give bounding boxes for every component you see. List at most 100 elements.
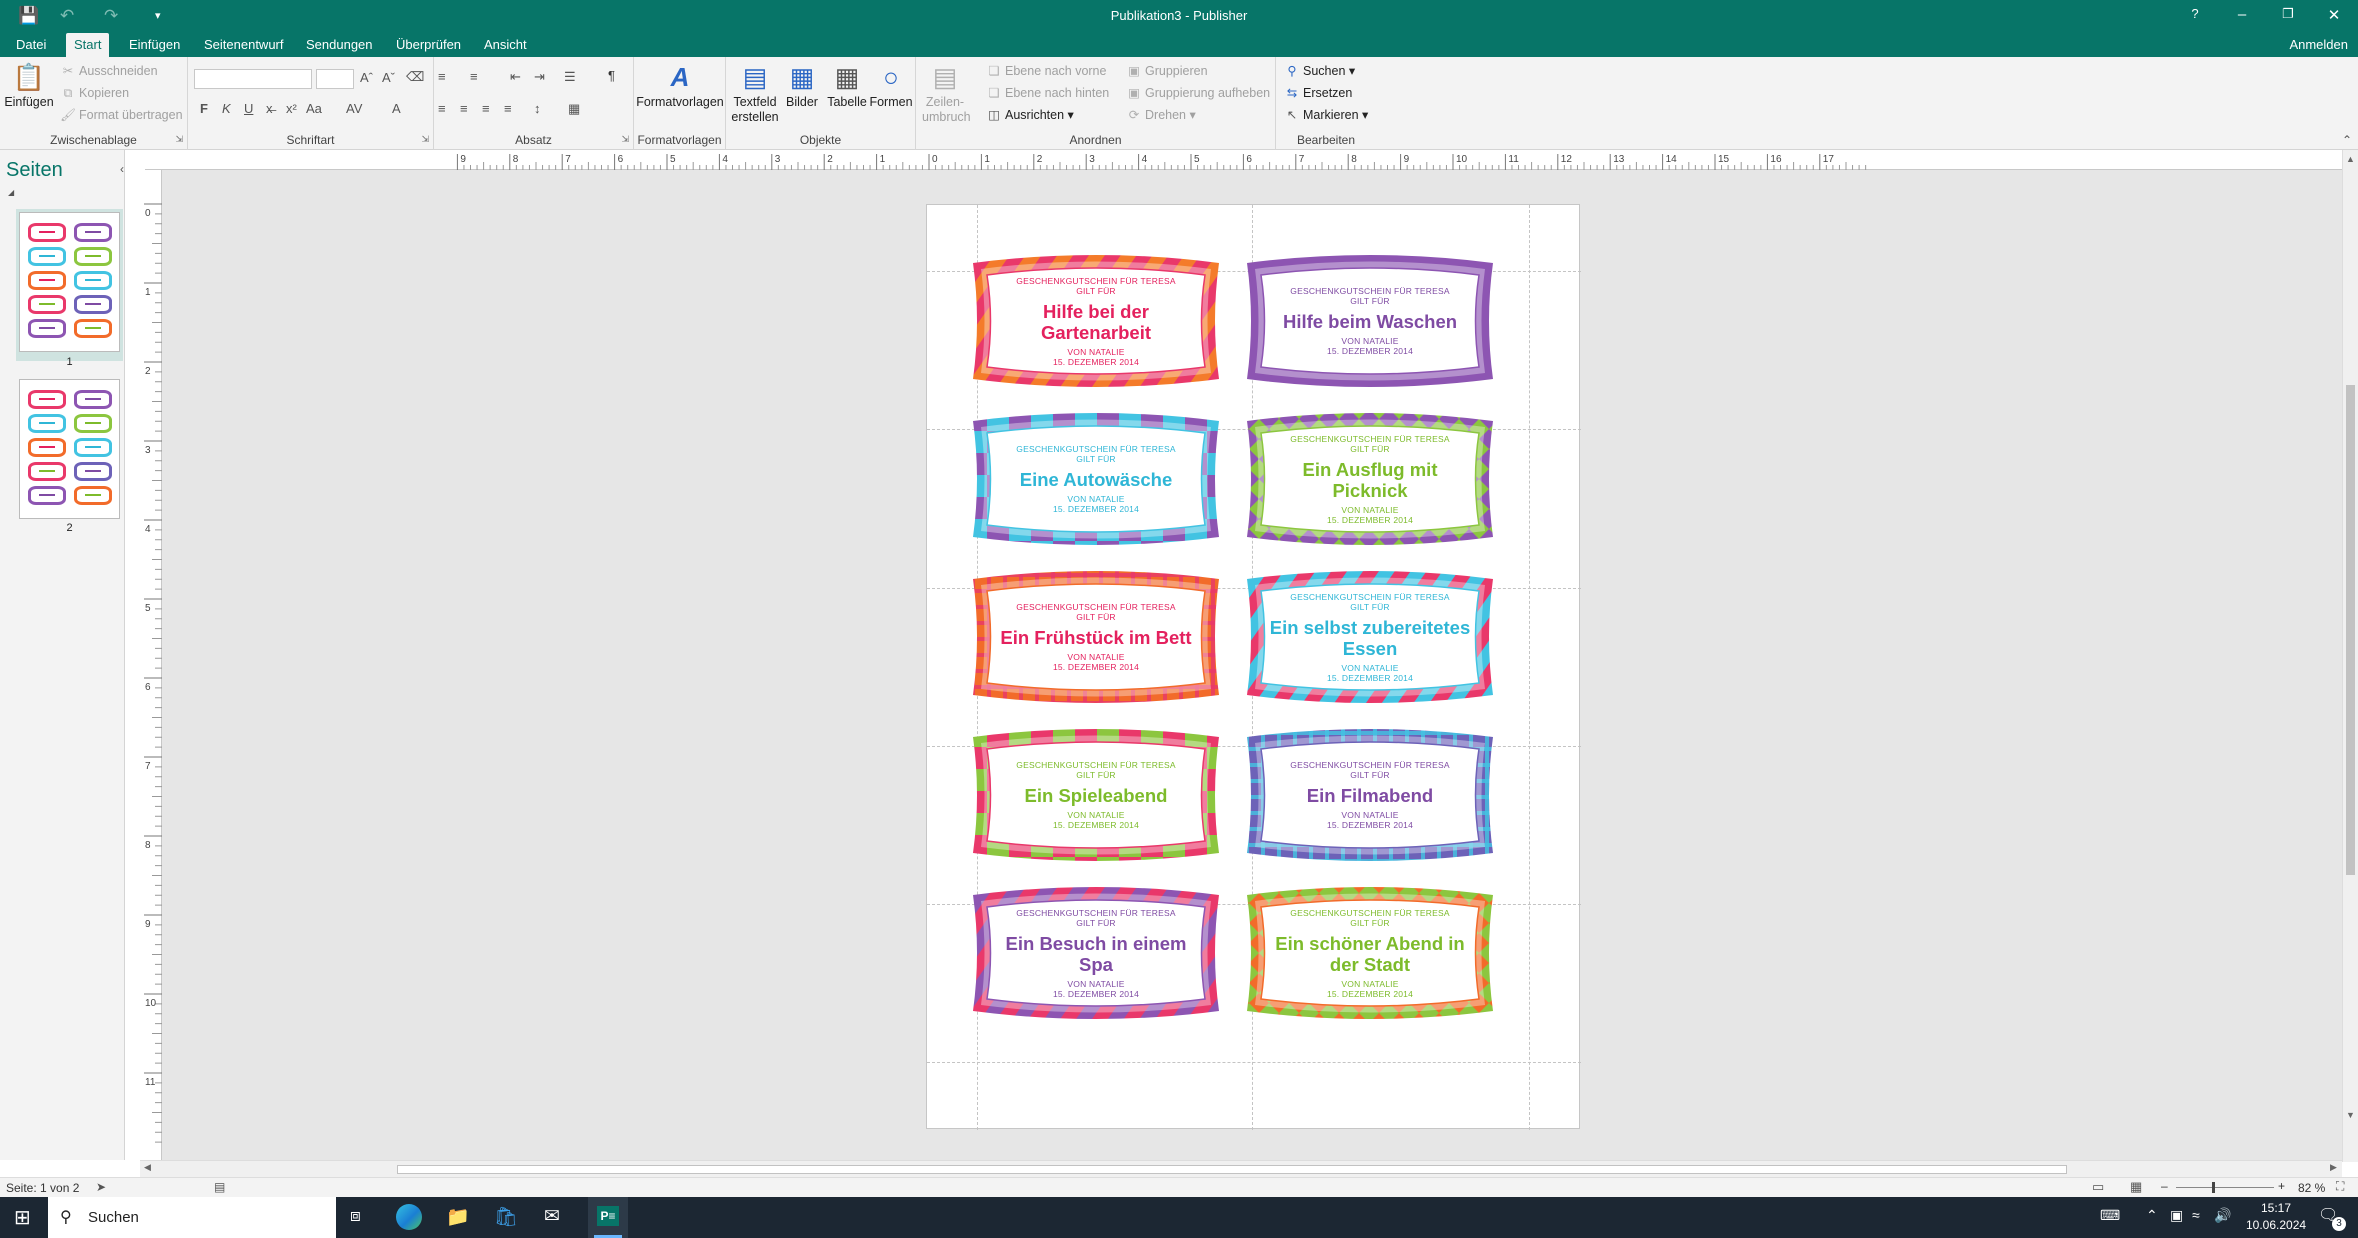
single-page-view-icon[interactable]: ▭ [2092, 1179, 2104, 1195]
restore-button[interactable]: ❐ [2276, 6, 2300, 22]
dialog-launcher-icon[interactable]: ⇲ [421, 134, 429, 145]
zoom-level[interactable]: 82 % [2298, 1181, 2325, 1195]
minimize-button[interactable]: – [2230, 6, 2254, 23]
font-name-box[interactable] [194, 69, 312, 89]
zoom-slider-thumb[interactable] [2212, 1182, 2215, 1193]
show-hidden-icons-icon[interactable]: ⌃ [2146, 1207, 2158, 1224]
text-wrap-button[interactable]: ▤ Zeilen- umbruch [922, 62, 971, 125]
tab-start[interactable]: Start [66, 33, 110, 57]
expand-triangle-icon[interactable]: ◢ [8, 188, 14, 197]
taskbar-clock-time[interactable]: 15:17 [2246, 1201, 2306, 1215]
scroll-down-icon[interactable]: ▼ [2346, 1110, 2355, 1120]
keyboard-icon[interactable]: ⌨ [2100, 1207, 2120, 1224]
find-button[interactable]: ⚲ Suchen ▾ [1284, 63, 1355, 79]
vertical-scrollbar[interactable]: ▲ ▼ [2342, 150, 2358, 1162]
taskbar-clock-date[interactable]: 10.06.2024 [2246, 1218, 2306, 1232]
store-icon[interactable]: 🛍 [494, 1205, 518, 1229]
voucher-card[interactable]: GESCHENKGUTSCHEIN FÜR TERESA GILT FÜR Hilf… [1239, 251, 1501, 391]
mail-icon[interactable]: ✉ [544, 1205, 560, 1228]
dialog-launcher-icon[interactable]: ⇲ [621, 134, 629, 145]
voucher-card[interactable]: GESCHENKGUTSCHEIN FÜR TERESA GILT FÜR Ein … [965, 883, 1227, 1023]
scroll-right-icon[interactable]: ▶ [2330, 1162, 2337, 1173]
align-center-icon[interactable]: ≡ [460, 101, 468, 116]
network-icon[interactable]: ≈ [2192, 1207, 2200, 1223]
zoom-slider[interactable] [2176, 1187, 2274, 1188]
collapse-ribbon-icon[interactable]: ⌃ [2342, 133, 2352, 147]
two-page-view-icon[interactable]: ▦ [2130, 1179, 2142, 1195]
change-case-icon[interactable]: Aa [306, 101, 322, 116]
camera-icon[interactable]: ▣ [2170, 1207, 2183, 1224]
format-painter-button[interactable]: 🖌 Format übertragen [60, 107, 182, 123]
tab-ueberpruefen[interactable]: Überprüfen [388, 33, 469, 57]
underline-button[interactable]: U [244, 101, 253, 116]
copy-button[interactable]: ⧉ Kopieren [60, 85, 130, 101]
cut-button[interactable]: ✂ Ausschneiden [60, 63, 158, 79]
edge-browser-icon[interactable] [396, 1204, 422, 1230]
zoom-out-icon[interactable]: – [2161, 1179, 2168, 1193]
collapse-pane-icon[interactable]: ‹ [120, 162, 124, 176]
page-thumbnail-1[interactable] [19, 212, 120, 352]
rotate-button[interactable]: ⟳ Drehen ▾ [1126, 107, 1196, 123]
voucher-card[interactable]: GESCHENKGUTSCHEIN FÜR TERESA GILT FÜR Ein … [1239, 409, 1501, 549]
voucher-card[interactable]: GESCHENKGUTSCHEIN FÜR TERESA GILT FÜR Ein … [1239, 567, 1501, 707]
bold-button[interactable]: F [200, 101, 208, 116]
show-formatting-marks-icon[interactable]: ¶ [608, 68, 615, 83]
file-explorer-icon[interactable]: 📁 [446, 1205, 470, 1229]
select-button[interactable]: ↖ Markieren ▾ [1284, 107, 1369, 123]
clear-format-icon[interactable]: ⌫ [406, 69, 424, 85]
bring-forward-button[interactable]: ❏ Ebene nach vorne [986, 63, 1106, 79]
help-button[interactable]: ? [2183, 6, 2207, 21]
superscript-icon[interactable]: x² [286, 101, 297, 116]
font-size-box[interactable] [316, 69, 354, 89]
increase-indent-icon[interactable]: ⇥ [534, 69, 545, 85]
vertical-ruler[interactable]: 0 1 2 3 4 5 6 7 8 9 10 11 [140, 170, 162, 1162]
columns-icon[interactable]: ☰ [564, 69, 576, 85]
taskbar-search-box[interactable]: ⚲ Suchen [48, 1197, 336, 1238]
windows-start-icon[interactable]: ⊞ [14, 1205, 31, 1230]
page-thumbnail-2[interactable] [19, 379, 120, 519]
voucher-card[interactable]: GESCHENKGUTSCHEIN FÜR TERESA GILT FÜR Ein … [965, 725, 1227, 865]
table-button[interactable]: ▦ Tabelle [824, 62, 870, 110]
send-backward-button[interactable]: ❏ Ebene nach hinten [986, 85, 1109, 101]
replace-button[interactable]: ⇆ Ersetzen [1284, 85, 1353, 101]
strikethrough-icon[interactable]: x̶ [266, 101, 273, 116]
ungroup-button[interactable]: ▣ Gruppierung aufheben [1126, 85, 1270, 101]
voucher-card[interactable]: GESCHENKGUTSCHEIN FÜR TERESA GILT FÜR Eine… [965, 409, 1227, 549]
tab-ansicht[interactable]: Ansicht [476, 33, 535, 57]
zoom-in-icon[interactable]: + [2278, 1179, 2285, 1193]
dialog-launcher-icon[interactable]: ⇲ [175, 134, 183, 145]
shapes-button[interactable]: ○ Formen [868, 62, 914, 110]
numbering-icon[interactable]: ≡ [470, 69, 478, 84]
sign-in-link[interactable]: Anmelden [2289, 33, 2348, 57]
object-size-icon[interactable]: ▤ [214, 1180, 225, 1194]
publisher-taskbar-button[interactable]: P≡ [588, 1197, 628, 1238]
styles-button[interactable]: A Formatvorlagen [636, 62, 724, 110]
shading-icon[interactable]: ▦ [568, 101, 580, 117]
voucher-card[interactable]: GESCHENKGUTSCHEIN FÜR TERESA GILT FÜR Ein … [1239, 725, 1501, 865]
justify-icon[interactable]: ≡ [504, 101, 512, 116]
align-button[interactable]: ◫ Ausrichten ▾ [986, 107, 1074, 123]
scroll-up-icon[interactable]: ▲ [2346, 154, 2355, 164]
fit-page-icon[interactable]: ⛶ [2336, 1179, 2344, 1194]
horizontal-scroll-thumb[interactable] [397, 1165, 2067, 1174]
tab-seitenentwurf[interactable]: Seitenentwurf [196, 33, 292, 57]
draw-textbox-button[interactable]: ▤ Textfeld erstellen [730, 62, 780, 125]
decrease-indent-icon[interactable]: ⇤ [510, 69, 521, 85]
italic-button[interactable]: K [222, 101, 231, 116]
horizontal-scrollbar[interactable]: ◀ ▶ [140, 1160, 2342, 1177]
task-view-icon[interactable]: ⧈ [350, 1206, 361, 1226]
page-status[interactable]: Seite: 1 von 2 [6, 1181, 79, 1195]
close-button[interactable]: ✕ [2322, 6, 2346, 24]
tab-datei[interactable]: Datei [8, 33, 54, 57]
horizontal-ruler[interactable]: 9 8 7 6 5 4 3 2 1 0 1 2 3 4 5 6 7 8 9 10 11 12 13 14 15 16 17 [145, 150, 2345, 170]
publication-page[interactable]: GESCHENKGUTSCHEIN FÜR TERESA GILT FÜR Hilf… [926, 204, 1581, 1130]
pictures-button[interactable]: ▦ Bilder [782, 62, 822, 110]
line-spacing-icon[interactable]: ↕ [534, 101, 541, 116]
voucher-card[interactable]: GESCHENKGUTSCHEIN FÜR TERESA GILT FÜR Hilf… [965, 251, 1227, 391]
font-color-icon[interactable]: A [392, 101, 401, 116]
voucher-card[interactable]: GESCHENKGUTSCHEIN FÜR TERESA GILT FÜR Ein … [1239, 883, 1501, 1023]
group-button[interactable]: ▣ Gruppieren [1126, 63, 1207, 79]
scroll-left-icon[interactable]: ◀ [144, 1162, 151, 1173]
character-spacing-icon[interactable]: AV [346, 101, 362, 116]
grow-font-icon[interactable]: Aˆ [360, 70, 373, 85]
